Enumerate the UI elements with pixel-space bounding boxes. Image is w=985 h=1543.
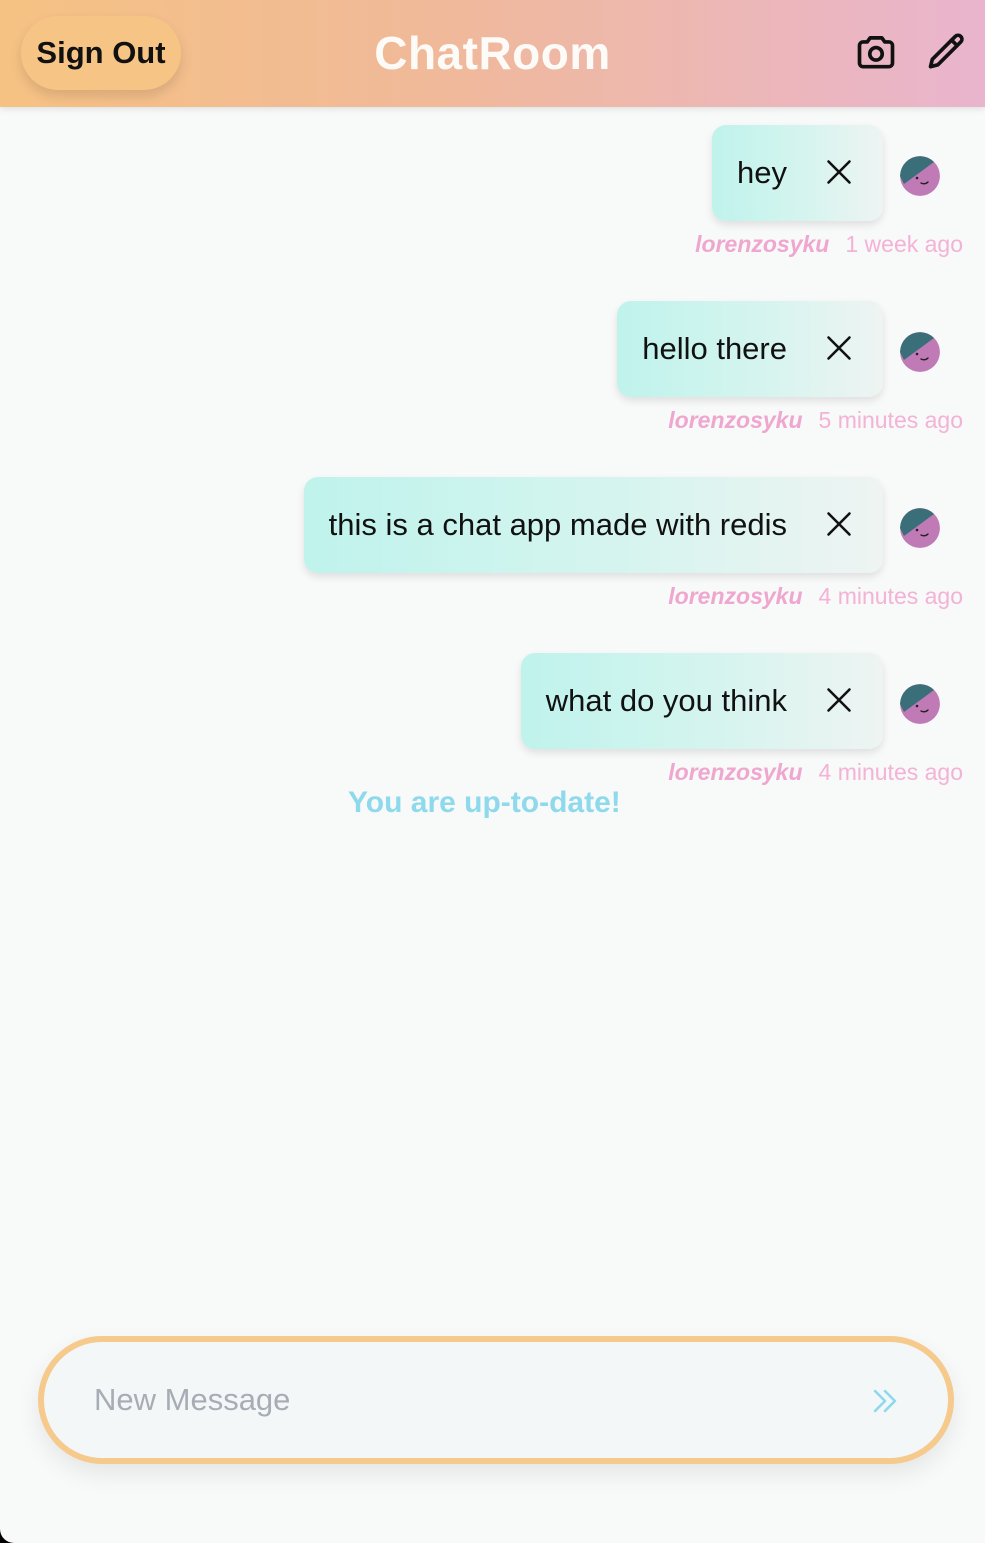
up-to-date-status: You are up-to-date!	[348, 786, 621, 819]
chat-app: Sign Out ChatRoom hey lorenzosyku 1 week …	[0, 0, 985, 1543]
close-icon[interactable]	[825, 686, 853, 714]
message-meta: lorenzosyku 1 week ago	[695, 231, 963, 258]
message-meta: lorenzosyku 4 minutes ago	[668, 759, 963, 786]
message-row: hey lorenzosyku 1 week ago	[0, 125, 985, 265]
avatar	[900, 508, 940, 548]
message-row: what do you think lorenzosyku 4 minutes a…	[0, 653, 985, 793]
new-message-input[interactable]	[94, 1372, 794, 1428]
avatar	[900, 156, 940, 196]
message-meta: lorenzosyku 4 minutes ago	[668, 583, 963, 610]
message-timestamp: 4 minutes ago	[818, 759, 963, 785]
message-username: lorenzosyku	[668, 759, 803, 785]
close-icon[interactable]	[825, 510, 853, 538]
message-row: hello there lorenzosyku 5 minutes ago	[0, 301, 985, 441]
message-timestamp: 1 week ago	[845, 231, 963, 257]
message-timestamp: 4 minutes ago	[818, 583, 963, 609]
header-bar: Sign Out ChatRoom	[0, 0, 985, 107]
avatar	[900, 332, 940, 372]
message-text: hello there	[642, 331, 787, 366]
app-title: ChatRoom	[374, 27, 611, 79]
message-bubble: hey	[712, 125, 883, 221]
avatar	[900, 684, 940, 724]
message-text: this is a chat app made with redis	[328, 507, 787, 542]
close-icon[interactable]	[825, 158, 853, 186]
message-text: hey	[737, 155, 787, 190]
message-username: lorenzosyku	[695, 231, 830, 257]
close-icon[interactable]	[825, 334, 853, 362]
double-chevron-right-icon[interactable]	[868, 1384, 902, 1418]
message-username: lorenzosyku	[668, 407, 803, 433]
message-text: what do you think	[545, 683, 787, 718]
message-bubble: hello there	[617, 301, 883, 397]
message-bubble: this is a chat app made with redis	[303, 477, 883, 573]
camera-icon[interactable]	[854, 30, 898, 74]
message-composer	[38, 1336, 954, 1464]
message-row: this is a chat app made with redis loren…	[0, 477, 985, 617]
pencil-icon[interactable]	[925, 30, 969, 74]
message-username: lorenzosyku	[668, 583, 803, 609]
message-timestamp: 5 minutes ago	[818, 407, 963, 433]
message-bubble: what do you think	[520, 653, 883, 749]
message-meta: lorenzosyku 5 minutes ago	[668, 407, 963, 434]
